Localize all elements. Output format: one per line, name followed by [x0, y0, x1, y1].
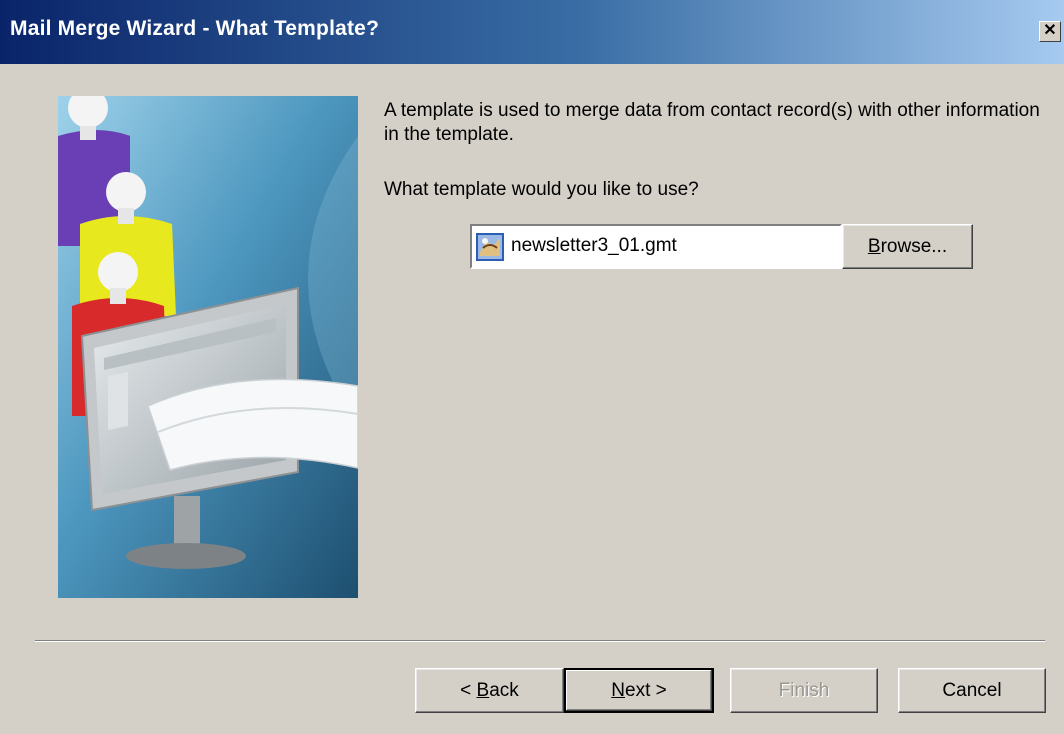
finish-button[interactable]: Finish	[730, 668, 878, 713]
question-text: What template would you like to use?	[384, 179, 699, 200]
close-button[interactable]: ✕	[1039, 21, 1061, 42]
title-bar[interactable]: Mail Merge Wizard - What Template? ✕	[0, 0, 1064, 64]
intro-text: A template is used to merge data from co…	[384, 100, 1040, 145]
window-title: Mail Merge Wizard - What Template?	[10, 17, 380, 40]
people-computer-illustration	[58, 96, 358, 598]
back-button[interactable]: < Back	[415, 668, 564, 713]
wizard-illustration	[58, 96, 358, 598]
footer-separator	[35, 640, 1045, 642]
template-field[interactable]: newsletter3_01.gmt	[470, 224, 842, 269]
wizard-window: Mail Merge Wizard - What Template? ✕ A t…	[0, 0, 1064, 734]
next-button[interactable]: Next >	[564, 668, 714, 713]
cancel-button[interactable]: Cancel	[898, 668, 1046, 713]
template-file-icon	[476, 233, 504, 261]
template-filename: newsletter3_01.gmt	[511, 235, 677, 256]
close-icon: ✕	[1043, 22, 1057, 39]
browse-button[interactable]: Browse...	[842, 224, 973, 269]
